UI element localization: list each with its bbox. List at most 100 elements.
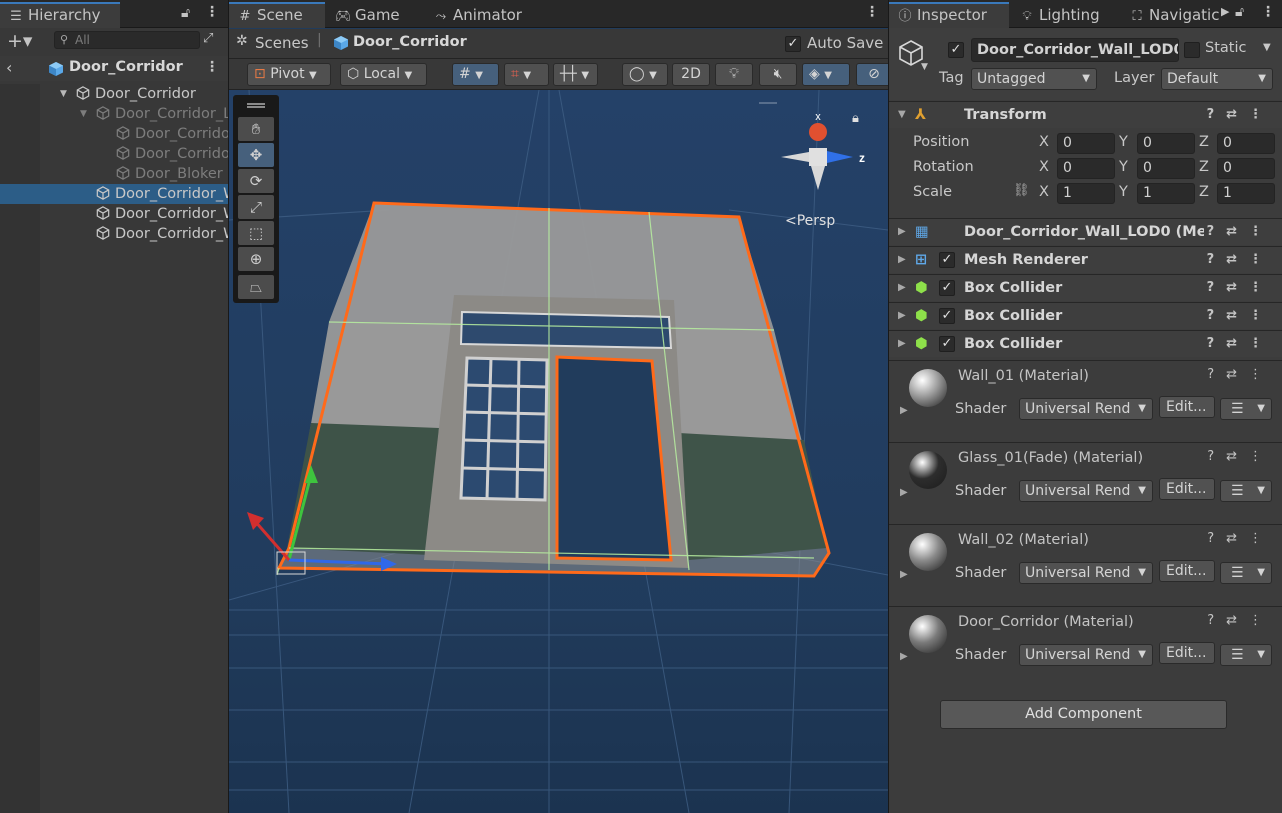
breadcrumb-scenes[interactable]: Scenes [255,34,309,52]
component-header[interactable]: ▶ ⊞ ✓ Mesh Renderer ?⇄⋮ [889,246,1282,273]
scene-menu-icon[interactable]: ⋮ [205,59,219,75]
tab-scene[interactable]: # Scene [229,2,325,28]
component-enabled-checkbox[interactable]: ✓ [939,280,955,296]
lighting-toggle[interactable]: 💡︎ [715,63,753,86]
foldout-arrow-icon[interactable]: ▼ [60,84,67,104]
hierarchy-search-input[interactable]: ⚲ All [54,31,200,49]
layer-dropdown[interactable]: Default ▼ [1161,68,1273,90]
foldout-arrow-icon[interactable]: ▶ [898,219,906,245]
shader-edit-button[interactable]: Edit... [1159,478,1215,500]
foldout-arrow-icon[interactable]: ▶ [898,331,906,357]
component-actions[interactable]: ?⇄⋮ [1207,247,1274,273]
component-enabled-checkbox[interactable]: ✓ [939,308,955,324]
foldout-arrow-icon[interactable]: ▼ [898,102,906,128]
hierarchy-item[interactable]: ▼ Door_Corridor_L [0,104,228,124]
component-header[interactable]: ▶ ⬢ ✓ Box Collider ?⇄⋮ [889,302,1282,329]
shader-options-dropdown[interactable]: ☰ ▼ [1220,562,1272,584]
inspector-more-icon[interactable]: ⋮ [1261,4,1275,20]
grid-snap-toggle[interactable]: # ▼ [452,63,499,86]
material-actions[interactable]: ?⇄⋮ [1207,367,1274,382]
transform-scale-field[interactable]: 1 [1057,183,1115,204]
mode-2d-toggle[interactable]: 2D [672,63,710,86]
foldout-arrow-icon[interactable]: ▶ [900,569,908,580]
hierarchy-item[interactable]: Door_Corridor_W [0,224,228,244]
tag-dropdown[interactable]: Untagged ▼ [971,68,1097,90]
move-tool-button[interactable]: ✥ [238,143,274,167]
component-header[interactable]: ▶ ▦ Door_Corridor_Wall_LOD0 (Mes ?⇄⋮ [889,218,1282,245]
shader-options-dropdown[interactable]: ☰ ▼ [1220,398,1272,420]
tab-lighting[interactable]: 💡︎ Lighting [1011,2,1119,28]
constrain-proportions-icon[interactable]: ⛓ [1013,183,1030,198]
static-dropdown-caret[interactable]: ▼ [1263,42,1271,53]
inspector-lock-icon[interactable]: 🔓︎ [1235,4,1244,20]
tab-navigation[interactable]: ⛶ Navigatic [1121,2,1223,28]
foldout-arrow-icon[interactable]: ▶ [898,303,906,329]
active-checkbox[interactable]: ✓ [948,42,964,58]
hierarchy-item[interactable]: Door_Corridor_W [0,204,228,224]
foldout-arrow-icon[interactable]: ▼ [80,104,87,124]
material-preview-sphere[interactable] [909,451,947,489]
search-options-icon[interactable]: ⤢ [203,31,213,46]
shading-mode-dropdown[interactable]: ◯ ▼ [622,63,668,86]
material-actions[interactable]: ?⇄⋮ [1207,613,1274,628]
component-header[interactable]: ▶ ⬢ ✓ Box Collider ?⇄⋮ [889,330,1282,357]
persp-label[interactable]: <Persp [785,213,835,229]
rotate-tool-button[interactable]: ⟳ [238,169,274,193]
component-actions[interactable]: ?⇄⋮ [1207,303,1274,329]
shader-dropdown[interactable]: Universal Rend ▼ [1019,480,1153,502]
shader-dropdown[interactable]: Universal Rend ▼ [1019,398,1153,420]
foldout-arrow-icon[interactable]: ▶ [900,405,908,416]
component-enabled-checkbox[interactable]: ✓ [939,336,955,352]
material-actions[interactable]: ?⇄⋮ [1207,449,1274,464]
material-preview-sphere[interactable] [909,615,947,653]
overlay-drag-handle[interactable] [247,103,265,105]
lock-icon[interactable]: 🔓︎ [181,5,190,21]
tab-inspector[interactable]: ⓘ Inspector [889,2,1009,28]
foldout-arrow-icon[interactable]: ▶ [900,651,908,662]
tab-game[interactable]: 🎮︎ Game [327,2,408,28]
visibility-toggle[interactable]: ⊘ [856,63,888,86]
gizmo-x-cone[interactable] [809,123,827,141]
shader-edit-button[interactable]: Edit... [1159,642,1215,664]
hierarchy-item[interactable]: Door_Bloker [0,164,228,184]
foldout-arrow-icon[interactable]: ▶ [898,247,906,273]
component-actions[interactable]: ?⇄⋮ [1207,102,1274,128]
transform-scale-field[interactable]: 1 [1137,183,1195,204]
transform-tool-button[interactable]: ⊕ [238,247,274,271]
add-component-button[interactable]: Add Component [940,700,1227,729]
static-checkbox[interactable] [1184,42,1200,58]
transform-header[interactable]: ▼ ⅄ Transform ?⇄⋮ [889,101,1282,128]
foldout-arrow-icon[interactable]: ▶ [898,275,906,301]
material-preview-sphere[interactable] [909,369,947,407]
auto-save-checkbox[interactable]: ✓ [785,36,801,52]
increment-snap-toggle[interactable]: ⌗ ▼ [504,63,549,86]
gizmo-center-cube[interactable] [809,148,827,166]
ruler-toggle[interactable]: ┼┼ ▼ [553,63,598,86]
hand-tool-button[interactable]: ✋︎ [238,117,274,141]
scale-tool-button[interactable]: ⤢ [238,195,274,219]
back-chevron-icon[interactable]: ‹ [6,58,12,77]
custom-tool-button[interactable]: ⏢ [238,275,274,299]
audio-toggle[interactable]: 🔇︎ [759,63,797,86]
component-actions[interactable]: ?⇄⋮ [1207,219,1274,245]
component-actions[interactable]: ?⇄⋮ [1207,275,1274,301]
more-menu-icon[interactable]: ⋮ [205,4,219,20]
local-dropdown[interactable]: ⬡ Local ▼ [340,63,427,86]
shader-options-dropdown[interactable]: ☰ ▼ [1220,480,1272,502]
tab-animator[interactable]: ⤳ Animator [425,2,530,28]
pivot-dropdown[interactable]: ⊡ Pivot ▼ [247,63,331,86]
component-enabled-checkbox[interactable]: ✓ [939,252,955,268]
effects-dropdown[interactable]: ◈ ▼ [802,63,850,86]
component-actions[interactable]: ?⇄⋮ [1207,331,1274,357]
foldout-arrow-icon[interactable]: ▶ [900,487,908,498]
scene-header-row[interactable]: ‹ Door_Corridor ⋮ [0,56,228,81]
shader-options-dropdown[interactable]: ☰ ▼ [1220,644,1272,666]
transform-scale-field[interactable]: 1 [1217,183,1275,204]
tab-hierarchy[interactable]: ☰ Hierarchy [0,2,120,28]
scene-viewport[interactable]: x z 🔒︎ <Persp [229,90,888,813]
shader-edit-button[interactable]: Edit... [1159,560,1215,582]
breadcrumb-current[interactable]: Door_Corridor [353,34,467,50]
scene-more-icon[interactable]: ⋮ [865,4,879,20]
hierarchy-item[interactable]: Door_Corrido [0,144,228,164]
rect-tool-button[interactable]: ⬚ [238,221,274,245]
